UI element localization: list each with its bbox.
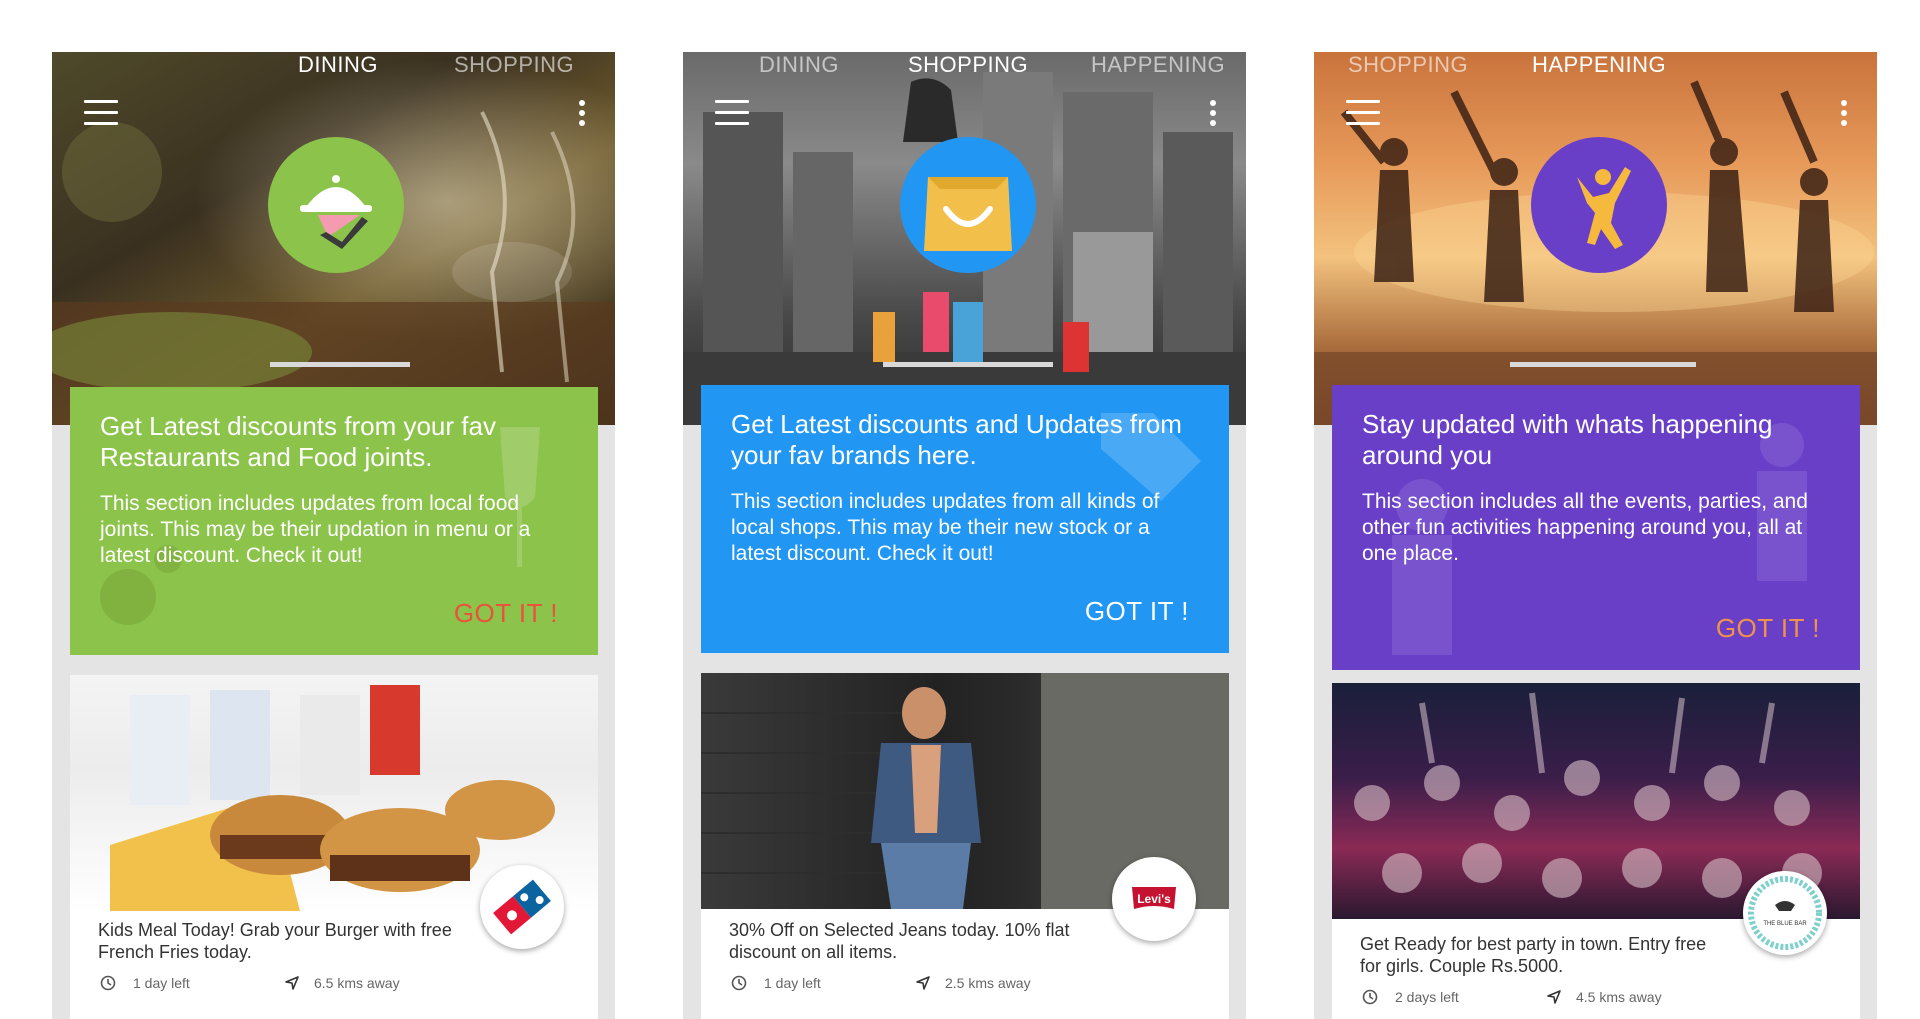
deal-description: Kids Meal Today! Grab your Burger with f… — [98, 920, 452, 962]
levis-logo: Levi's — [1112, 857, 1196, 941]
time-left: 2 days left — [1395, 989, 1459, 1005]
shopping-screen: DINING SHOPPING HAPPENING Get Latest dis… — [683, 52, 1246, 1019]
distance: 4.5 kms away — [1576, 989, 1662, 1005]
got-it-button[interactable]: GOT IT ! — [1085, 596, 1189, 627]
dining-badge — [268, 137, 404, 273]
shopping-bag-icon — [924, 177, 1012, 251]
happening-hero-image: SHOPPING HAPPENING — [1314, 52, 1877, 425]
deal-description: 30% Off on Selected Jeans today. 10% fla… — [729, 920, 1070, 962]
tab-shopping[interactable]: SHOPPING — [908, 52, 1028, 78]
dining-card-description: This section includes updates from local… — [100, 492, 531, 567]
time-left: 1 day left — [764, 975, 821, 991]
clock-icon — [100, 975, 116, 991]
dining-card-title: Get Latest discounts from your fav Resta… — [100, 411, 496, 472]
dining-screen: DINING SHOPPING Get Latest discounts fro… — [52, 52, 615, 1019]
more-options-icon[interactable] — [1841, 100, 1847, 128]
dancing-person-icon — [1577, 167, 1631, 249]
clock-icon — [1362, 989, 1378, 1005]
distance: 2.5 kms away — [945, 975, 1031, 991]
dining-info-card: Get Latest discounts from your fav Resta… — [70, 387, 598, 655]
navigation-arrow-icon — [1547, 990, 1561, 1004]
tab-shopping[interactable]: SHOPPING — [454, 52, 574, 78]
got-it-button[interactable]: GOT IT ! — [454, 598, 558, 629]
hamburger-menu-icon[interactable] — [84, 100, 118, 126]
tab-dining[interactable]: DINING — [759, 52, 839, 78]
happening-card-description: This section includes all the events, pa… — [1362, 490, 1808, 565]
shopping-badge — [900, 137, 1036, 273]
clock-icon — [731, 975, 747, 991]
active-tab-indicator — [1510, 362, 1696, 367]
dominos-logo — [480, 865, 564, 949]
shopping-info-card: Get Latest discounts and Updates from yo… — [701, 385, 1229, 653]
svg-text:Levi's: Levi's — [1137, 892, 1171, 906]
active-tab-indicator — [270, 362, 410, 367]
more-options-icon[interactable] — [1210, 100, 1216, 128]
happening-card-title: Stay updated with whats happening around… — [1362, 409, 1773, 470]
shopping-deal-card[interactable]: Levi's 30% Off on Selected Jeans today. … — [701, 673, 1229, 1019]
dining-hero-image: DINING SHOPPING — [52, 52, 615, 425]
tab-shopping[interactable]: SHOPPING — [1348, 52, 1468, 78]
cloche-icon — [300, 175, 372, 249]
dining-deal-card[interactable]: Kids Meal Today! Grab your Burger with f… — [70, 675, 598, 1019]
shopping-card-description: This section includes updates from all k… — [731, 490, 1160, 565]
time-left: 1 day left — [133, 975, 190, 991]
active-tab-indicator — [883, 362, 1053, 367]
hamburger-menu-icon[interactable] — [715, 100, 749, 126]
tab-happening[interactable]: HAPPENING — [1532, 52, 1666, 78]
navigation-arrow-icon — [916, 976, 930, 990]
shopping-hero-image: DINING SHOPPING HAPPENING — [683, 52, 1246, 425]
distance: 6.5 kms away — [314, 975, 400, 991]
got-it-button[interactable]: GOT IT ! — [1716, 613, 1820, 644]
navigation-arrow-icon — [285, 976, 299, 990]
deal-description: Get Ready for best party in town. Entry … — [1360, 934, 1707, 976]
tab-happening[interactable]: HAPPENING — [1091, 52, 1225, 78]
more-options-icon[interactable] — [579, 100, 585, 128]
blue-bar-logo: THE BLUE BAR — [1743, 871, 1827, 955]
happening-deal-card[interactable]: THE BLUE BAR Get Ready for best party in… — [1332, 683, 1860, 1019]
hamburger-menu-icon[interactable] — [1346, 100, 1380, 126]
svg-text:THE BLUE BAR: THE BLUE BAR — [1763, 921, 1807, 927]
happening-screen: SHOPPING HAPPENING Stay updated with wha… — [1314, 52, 1877, 1019]
shopping-card-title: Get Latest discounts and Updates from yo… — [731, 409, 1182, 470]
tab-dining[interactable]: DINING — [298, 52, 378, 78]
happening-badge — [1531, 137, 1667, 273]
happening-info-card: Stay updated with whats happening around… — [1332, 385, 1860, 670]
